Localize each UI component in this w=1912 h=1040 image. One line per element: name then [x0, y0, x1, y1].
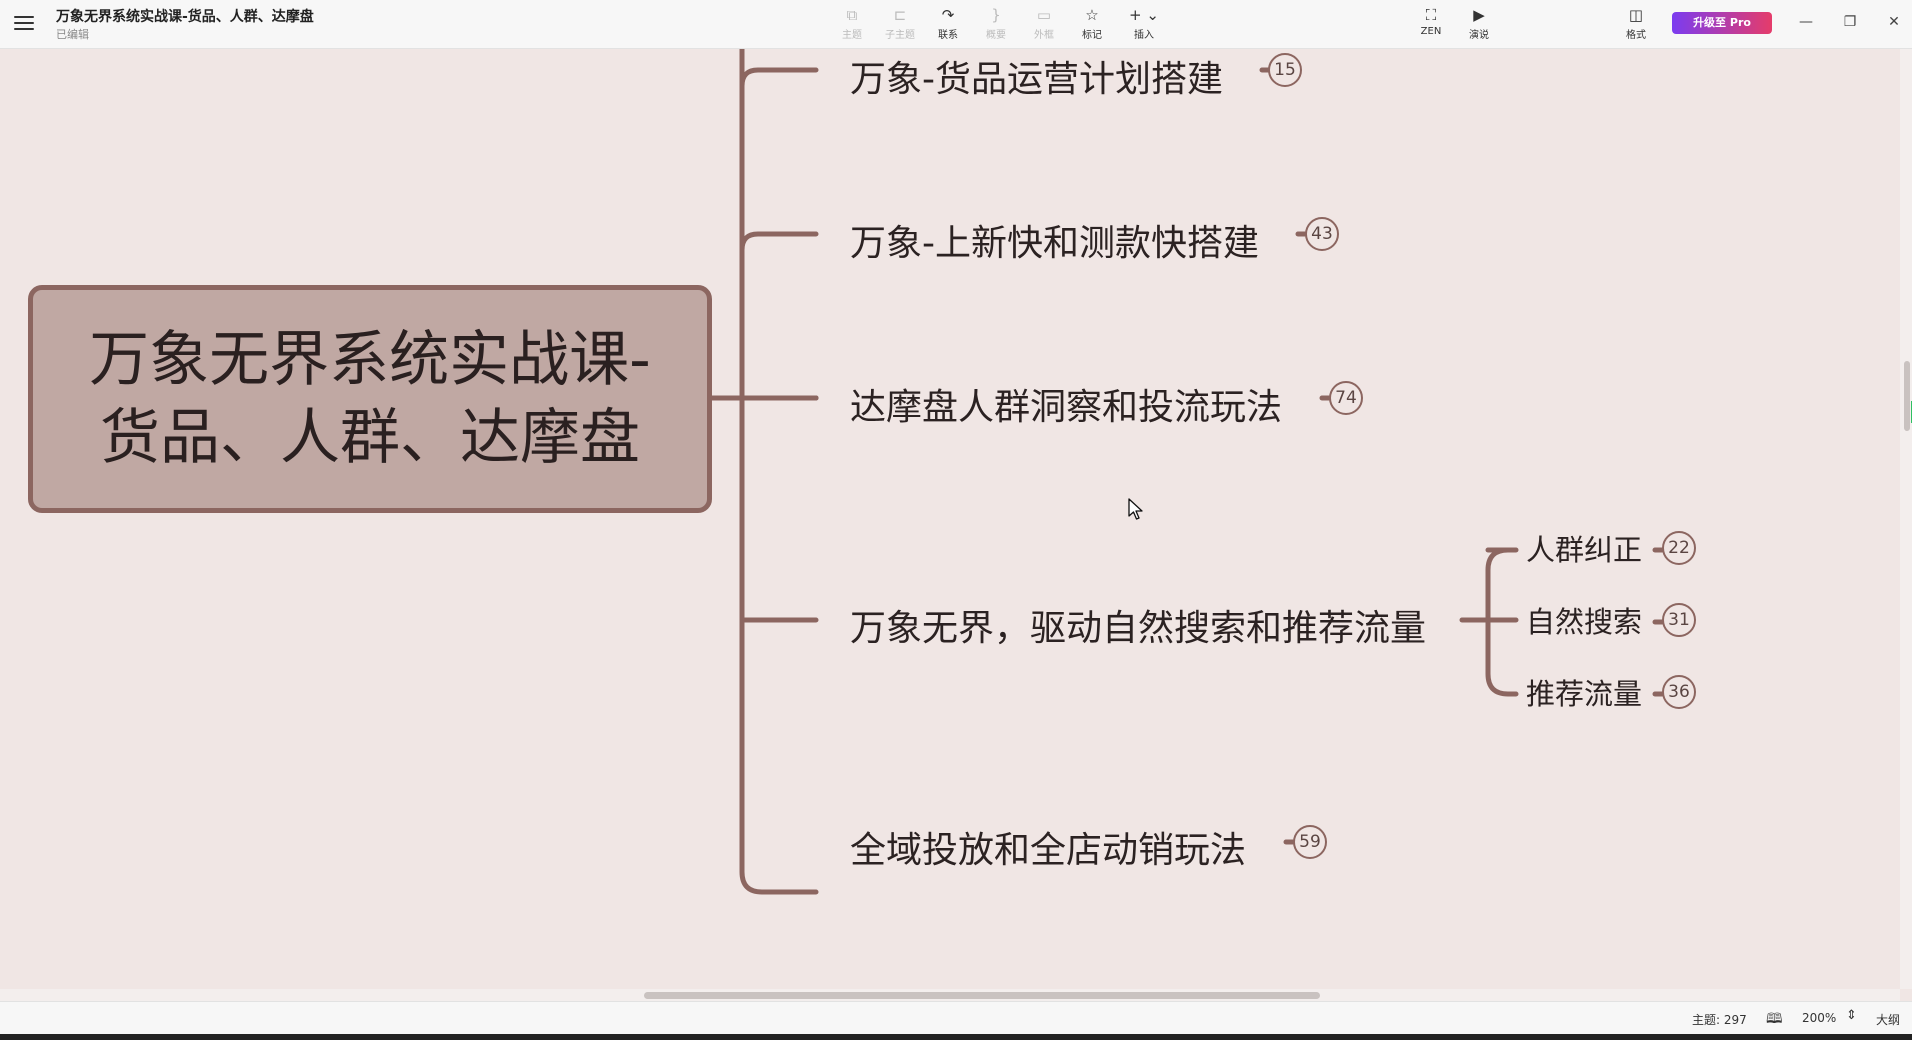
relationship-button[interactable]: ↷ 联系 [925, 4, 971, 41]
branch-topic-5[interactable]: 全域投放和全店动销玩法 [850, 821, 1246, 873]
summary-button[interactable]: } 概要 [973, 4, 1019, 41]
vertical-scrollbar[interactable] [1900, 49, 1912, 989]
branch-topic-3[interactable]: 达摩盘人群洞察和投流玩法 [850, 378, 1282, 430]
subtopic-3-count-badge[interactable]: 36 [1662, 675, 1696, 709]
boundary-icon: ▭ [1036, 6, 1052, 24]
boundary-button[interactable]: ▭ 外框 [1021, 4, 1067, 41]
restore-icon[interactable]: ❐ [1838, 10, 1862, 34]
branch-3-count-badge[interactable]: 74 [1329, 381, 1363, 415]
relationship-icon: ↷ [941, 6, 955, 24]
insert-button[interactable]: + ⌄ 插入 [1121, 4, 1167, 41]
upgrade-pro-button[interactable]: 升级至 Pro [1672, 12, 1772, 34]
summary-icon: } [991, 6, 1001, 24]
document-status: 已编辑 [56, 28, 89, 41]
horizontal-scrollbar[interactable] [0, 989, 1900, 1001]
format-button[interactable]: ◫ 格式 [1613, 4, 1659, 41]
menu-icon[interactable] [14, 12, 34, 32]
panel-icon: ◫ [1628, 6, 1644, 24]
branch-topic-2[interactable]: 万象-上新快和测款快搭建 [850, 214, 1259, 266]
format-button-label: 格式 [1626, 30, 1646, 41]
topic-button-label: 主题 [842, 30, 862, 41]
subtopic-1-count-badge[interactable]: 22 [1662, 531, 1696, 565]
root-topic-line-1: 万象无界系统实战课- [89, 325, 651, 395]
mindmap-canvas[interactable]: 万象无界系统实战课- 货品、人群、达摩盘 万象-货品运营计划搭建 15 万象-上… [0, 49, 1900, 989]
branch-topic-1[interactable]: 万象-货品运营计划搭建 [850, 50, 1223, 102]
zen-button-label: ZEN [1420, 26, 1442, 37]
subtopic-button[interactable]: ⊏ 子主题 [877, 4, 923, 41]
plus-icon: + ⌄ [1129, 6, 1159, 24]
mouse-pointer-icon [1128, 498, 1143, 520]
branch-1-count-badge[interactable]: 15 [1268, 53, 1302, 87]
subtopic-button-label: 子主题 [885, 30, 915, 41]
present-button[interactable]: ▶ 演说 [1456, 4, 1502, 41]
star-icon: ☆ [1085, 6, 1099, 24]
summary-button-label: 概要 [986, 30, 1006, 41]
topic-count: 主题: 297 [1692, 1013, 1747, 1027]
zen-button[interactable]: ⛶ ZEN [1408, 4, 1454, 37]
connector-line [739, 231, 819, 253]
present-button-label: 演说 [1469, 30, 1489, 41]
subtopic-1[interactable]: 人群纠正 [1526, 527, 1642, 569]
boundary-button-label: 外框 [1034, 30, 1054, 41]
zoom-level[interactable]: 200% [1802, 1011, 1836, 1025]
root-topic[interactable]: 万象无界系统实战课- 货品、人群、达摩盘 [28, 285, 712, 513]
subtopic-icon: ⊏ [893, 6, 907, 24]
subtopic-2-count-badge[interactable]: 31 [1662, 603, 1696, 637]
zoom-stepper-icon[interactable]: ⇕ [1846, 1008, 1857, 1023]
outline-button[interactable]: 大纲 [1876, 1011, 1900, 1028]
marker-button-label: 标记 [1082, 30, 1102, 41]
connector-line [739, 67, 819, 89]
connector-line [739, 617, 819, 625]
subtopic-2[interactable]: 自然搜索 [1526, 599, 1642, 641]
title-bar: 万象无界系统实战课-货品、人群、达摩盘 已编辑 ⧉ 主题 ⊏ 子主题 ↷ 联系 … [0, 0, 1912, 49]
close-icon[interactable]: ✕ [1882, 10, 1906, 34]
branch-2-count-badge[interactable]: 43 [1305, 217, 1339, 251]
subtopic-3[interactable]: 推荐流量 [1526, 671, 1642, 713]
status-bar: 主题: 297 🕮 200% ⇕ 大纲 [0, 1001, 1912, 1035]
relationship-button-label: 联系 [938, 30, 958, 41]
branch-5-count-badge[interactable]: 59 [1293, 825, 1327, 859]
topic-button[interactable]: ⧉ 主题 [829, 4, 875, 41]
horizontal-scroll-thumb[interactable] [644, 992, 1320, 999]
fullscreen-icon: ⛶ [1425, 6, 1437, 24]
taskbar-edge [0, 1034, 1912, 1040]
book-icon[interactable]: 🕮 [1766, 1008, 1783, 1032]
minimize-icon[interactable]: — [1794, 10, 1818, 34]
connector-line [739, 49, 819, 895]
document-title: 万象无界系统实战课-货品、人群、达摩盘 [56, 9, 314, 25]
branch-topic-4[interactable]: 万象无界，驱动自然搜索和推荐流量 [850, 599, 1426, 651]
insert-button-label: 插入 [1134, 30, 1154, 41]
topic-icon: ⧉ [846, 6, 858, 24]
vertical-scroll-thumb[interactable] [1904, 361, 1912, 431]
marker-button[interactable]: ☆ 标记 [1069, 4, 1115, 41]
root-topic-line-2: 货品、人群、达摩盘 [100, 403, 640, 473]
play-icon: ▶ [1473, 6, 1485, 24]
